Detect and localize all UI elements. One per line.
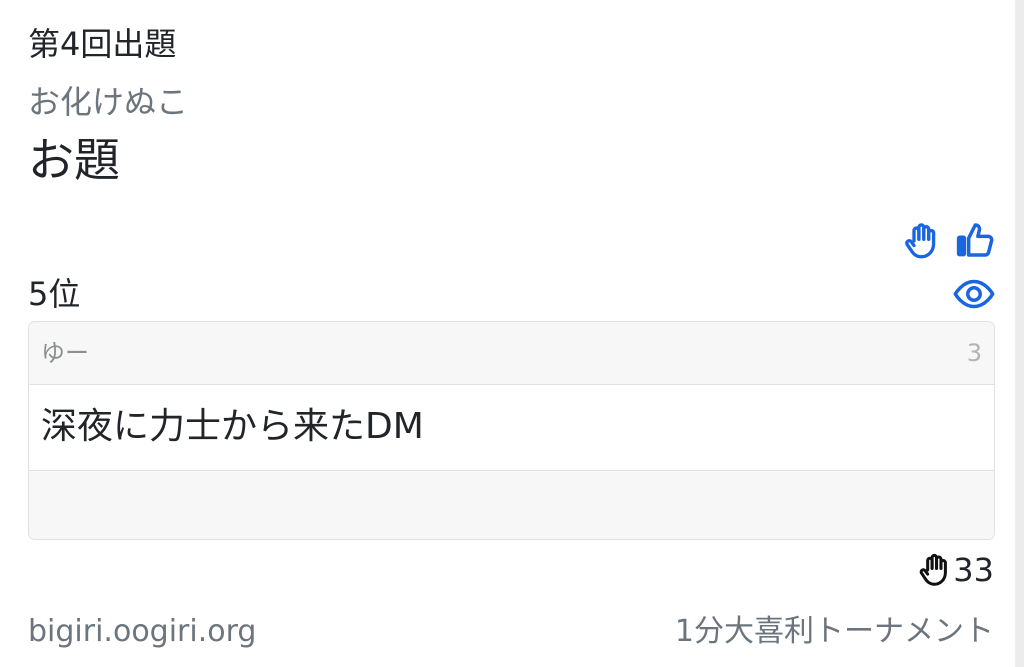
eye-icon[interactable] bbox=[951, 272, 997, 316]
tournament-link[interactable]: 1分大喜利トーナメント bbox=[675, 611, 994, 653]
answer-rank: 5位 bbox=[28, 275, 81, 313]
thumbs-up-icon[interactable] bbox=[954, 218, 998, 262]
scrollbar[interactable] bbox=[1015, 0, 1024, 667]
answer-text: 深夜に力士から来たDM bbox=[41, 406, 424, 447]
answer-card: ゆー 3 深夜に力士から来たDM bbox=[28, 321, 995, 540]
vote-count-row: 33 bbox=[915, 548, 994, 592]
answer-card-body: 深夜に力士から来たDM bbox=[29, 385, 994, 471]
page: 第4回出題 お化けぬこ お題 5位 ゆー 3 深夜に力士から来たDM 33 bi… bbox=[0, 0, 1024, 667]
raised-hand-icon[interactable] bbox=[900, 220, 942, 262]
answer-number: 3 bbox=[966, 339, 982, 367]
vote-hand-icon bbox=[919, 553, 948, 586]
vote-count: 33 bbox=[953, 551, 994, 589]
site-link[interactable]: bigiri.oogiri.org bbox=[28, 611, 256, 653]
round-title: 第4回出題 bbox=[28, 25, 177, 63]
answer-card-header: ゆー 3 bbox=[29, 322, 994, 385]
topic-author: お化けぬこ bbox=[28, 83, 189, 121]
answerer-name: ゆー bbox=[41, 339, 89, 367]
topic-text: お題 bbox=[28, 133, 120, 187]
answer-card-footer bbox=[29, 471, 994, 539]
